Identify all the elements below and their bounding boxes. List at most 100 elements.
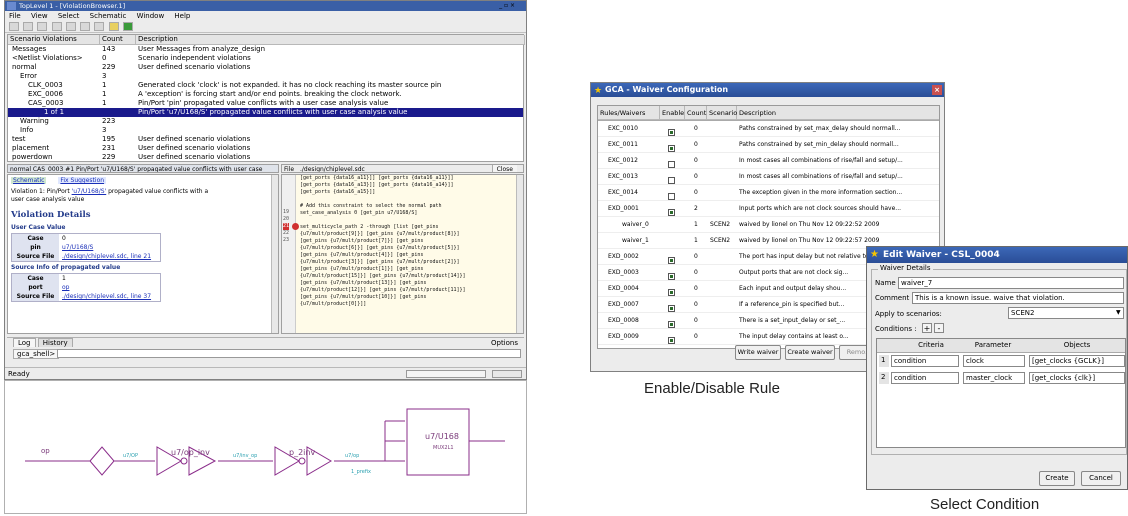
menu-help[interactable]: Help — [174, 12, 190, 20]
waiver-row[interactable]: EXC_0012 0 In most cases all combinations … — [598, 153, 939, 169]
tree-row[interactable]: EXC_0006 1 A 'exception' is forcing start … — [8, 90, 523, 99]
browser-titlebar[interactable]: TopLevel 1 - [ViolationBrowser.1] — [5, 1, 526, 11]
waiver-row[interactable]: EXC_0013 0 In most cases all combinations … — [598, 169, 939, 185]
waiver-config-close-icon[interactable]: × — [932, 85, 942, 95]
comment-field[interactable]: This is a known issue. waive that violat… — [912, 292, 1124, 304]
waiver-config-titlebar[interactable]: ★ GCA - Waiver Configuration × — [591, 83, 944, 97]
tree-header-scenario[interactable]: Scenario Violations — [8, 35, 100, 45]
cond-header-parameter[interactable]: Parameter — [963, 339, 1023, 352]
forward-icon[interactable] — [37, 22, 48, 31]
cond-header-criteria[interactable]: Criteria — [901, 339, 961, 352]
schem-label-inv: u7/op_inv — [171, 448, 210, 457]
name-field[interactable]: waiver_7 — [898, 277, 1124, 289]
waiver-header-description[interactable]: Description — [737, 106, 939, 120]
up-icon[interactable] — [80, 22, 91, 31]
print-icon[interactable] — [9, 22, 19, 31]
waiver-details-group: Waiver Details Name waiver_7 Comment Thi… — [871, 264, 1127, 455]
parameter-select[interactable]: master_clock — [963, 372, 1025, 384]
enable-checkbox[interactable] — [668, 257, 675, 264]
back-icon[interactable] — [23, 22, 34, 31]
detail-scrollbar[interactable] — [271, 175, 278, 333]
criteria-select[interactable]: condition — [891, 372, 959, 384]
menu-select[interactable]: Select — [58, 12, 80, 20]
enable-checkbox[interactable] — [668, 177, 675, 184]
tree-row[interactable]: test 195 User defined scenario violations — [8, 135, 523, 144]
tab-shell[interactable]: gca_shell> — [13, 349, 60, 359]
cancel-button[interactable]: Cancel — [1081, 471, 1121, 486]
tree-row[interactable]: Messages 143 User Messages from analyze_de… — [8, 45, 523, 54]
tree-header-description[interactable]: Description — [136, 35, 525, 45]
tree-row-name: <Netlist Violations> — [12, 54, 83, 62]
last-icon[interactable] — [65, 22, 76, 31]
remove-condition-button[interactable]: - — [934, 323, 944, 333]
tree-row[interactable]: powerdown 229 User defined scenario violat… — [8, 153, 523, 162]
parameter-select[interactable]: clock — [963, 355, 1025, 367]
ucv-source-link[interactable]: ./design/chiplevel.sdc, line 21 — [59, 252, 161, 262]
schem-net-op: u7/OP — [123, 453, 138, 459]
first-icon[interactable] — [51, 22, 62, 31]
tree-row-description: User defined scenario violations — [138, 144, 251, 152]
waiver-row[interactable]: EXD_0001 2 Input ports which are not clock… — [598, 201, 939, 217]
edit-waiver-titlebar[interactable]: ★ Edit Waiver - CSL_0004 — [867, 247, 1127, 263]
tree-row-name: Warning — [20, 117, 49, 125]
options-menu[interactable]: Options — [491, 338, 518, 347]
objects-field[interactable]: [get_clocks {GCLK}] — [1029, 355, 1125, 367]
menu-view[interactable]: View — [31, 12, 48, 20]
enable-checkbox[interactable] — [668, 305, 675, 312]
create-button[interactable]: Create — [1039, 471, 1075, 486]
tree-row[interactable]: 1 of 1 Pin/Port 'u7/U168/S' propagated va… — [8, 108, 523, 117]
violation-pin-link[interactable]: 'u7/U168/S' — [72, 188, 107, 195]
enable-checkbox[interactable] — [668, 209, 675, 216]
waiver-row[interactable]: EXC_0010 0 Paths constrained by set_max_de… — [598, 121, 939, 137]
tab-log[interactable]: Log — [13, 338, 36, 347]
waiver-row[interactable]: EXC_0014 0 The exception given in the more… — [598, 185, 939, 201]
tree-row[interactable]: Warning 223 — [8, 117, 523, 126]
tree-row[interactable]: placement 231 User defined scenario violat… — [8, 144, 523, 153]
criteria-select[interactable]: condition — [891, 355, 959, 367]
add-condition-button[interactable]: + — [922, 323, 932, 333]
menu-schematic[interactable]: Schematic — [90, 12, 127, 20]
ucv-pin-link[interactable]: u7/U168/S — [59, 243, 161, 252]
scenario-select[interactable]: SCEN2 — [1008, 307, 1124, 319]
waiver-header-count[interactable]: Count — [685, 106, 707, 120]
create-waiver-button[interactable]: Create waiver — [785, 345, 835, 360]
enable-checkbox[interactable] — [668, 273, 675, 280]
waiver-header-scenario[interactable]: Scenario — [707, 106, 737, 120]
fix-suggestion-link[interactable]: Fix Suggestion — [58, 177, 107, 184]
schematic-icon[interactable] — [122, 22, 133, 31]
tab-history[interactable]: History — [37, 338, 73, 347]
enable-checkbox[interactable] — [668, 289, 675, 296]
waiver-header-rules[interactable]: Rules/Waivers — [598, 106, 660, 120]
waiver-row[interactable]: waiver_0 1 SCEN2 waived by lionel on Thu No… — [598, 217, 939, 233]
chevron-down-icon[interactable]: ▼ — [1116, 309, 1121, 316]
menu-file[interactable]: File — [9, 12, 21, 20]
schematic-link[interactable]: Schematic — [11, 177, 47, 184]
enable-checkbox[interactable] — [668, 129, 675, 136]
waiver-row[interactable]: EXC_0011 0 Paths constrained by set_min_de… — [598, 137, 939, 153]
tree-row[interactable]: CAS_0003 1 Pin/Port 'pin' propagated value… — [8, 99, 523, 108]
tree-row[interactable]: Error 3 — [8, 72, 523, 81]
enable-checkbox[interactable] — [668, 161, 675, 168]
close-button[interactable]: Close — [491, 165, 517, 172]
waiver-header-enable[interactable]: Enable — [660, 106, 685, 120]
write-waiver-button[interactable]: Write waiver — [735, 345, 781, 360]
enable-checkbox[interactable] — [668, 337, 675, 344]
tree-row[interactable]: CLK_0003 1 Generated clock 'clock' is not … — [8, 81, 523, 90]
enable-checkbox[interactable] — [668, 145, 675, 152]
src-source-link[interactable]: ./design/chiplevel.sdc, line 37 — [59, 292, 161, 302]
enable-checkbox[interactable] — [668, 193, 675, 200]
objects-field[interactable]: [get_clocks {clk}] — [1029, 372, 1125, 384]
code-scrollbar[interactable] — [516, 175, 523, 333]
tree-header-count[interactable]: Count — [100, 35, 136, 45]
down-icon[interactable] — [94, 22, 105, 31]
tree-row[interactable]: Info 3 — [8, 126, 523, 135]
menu-window[interactable]: Window — [137, 12, 165, 20]
shell-input[interactable] — [57, 349, 521, 358]
tree-row[interactable]: <Netlist Violations> 0 Scenario independen… — [8, 54, 523, 63]
enable-checkbox[interactable] — [668, 321, 675, 328]
cond-header-objects[interactable]: Objects — [1027, 339, 1127, 352]
filter-icon[interactable] — [108, 22, 119, 31]
tree-row[interactable]: normal 229 User defined scenario violation… — [8, 63, 523, 72]
status-button[interactable] — [492, 370, 522, 378]
src-port-link[interactable]: op — [59, 283, 161, 292]
